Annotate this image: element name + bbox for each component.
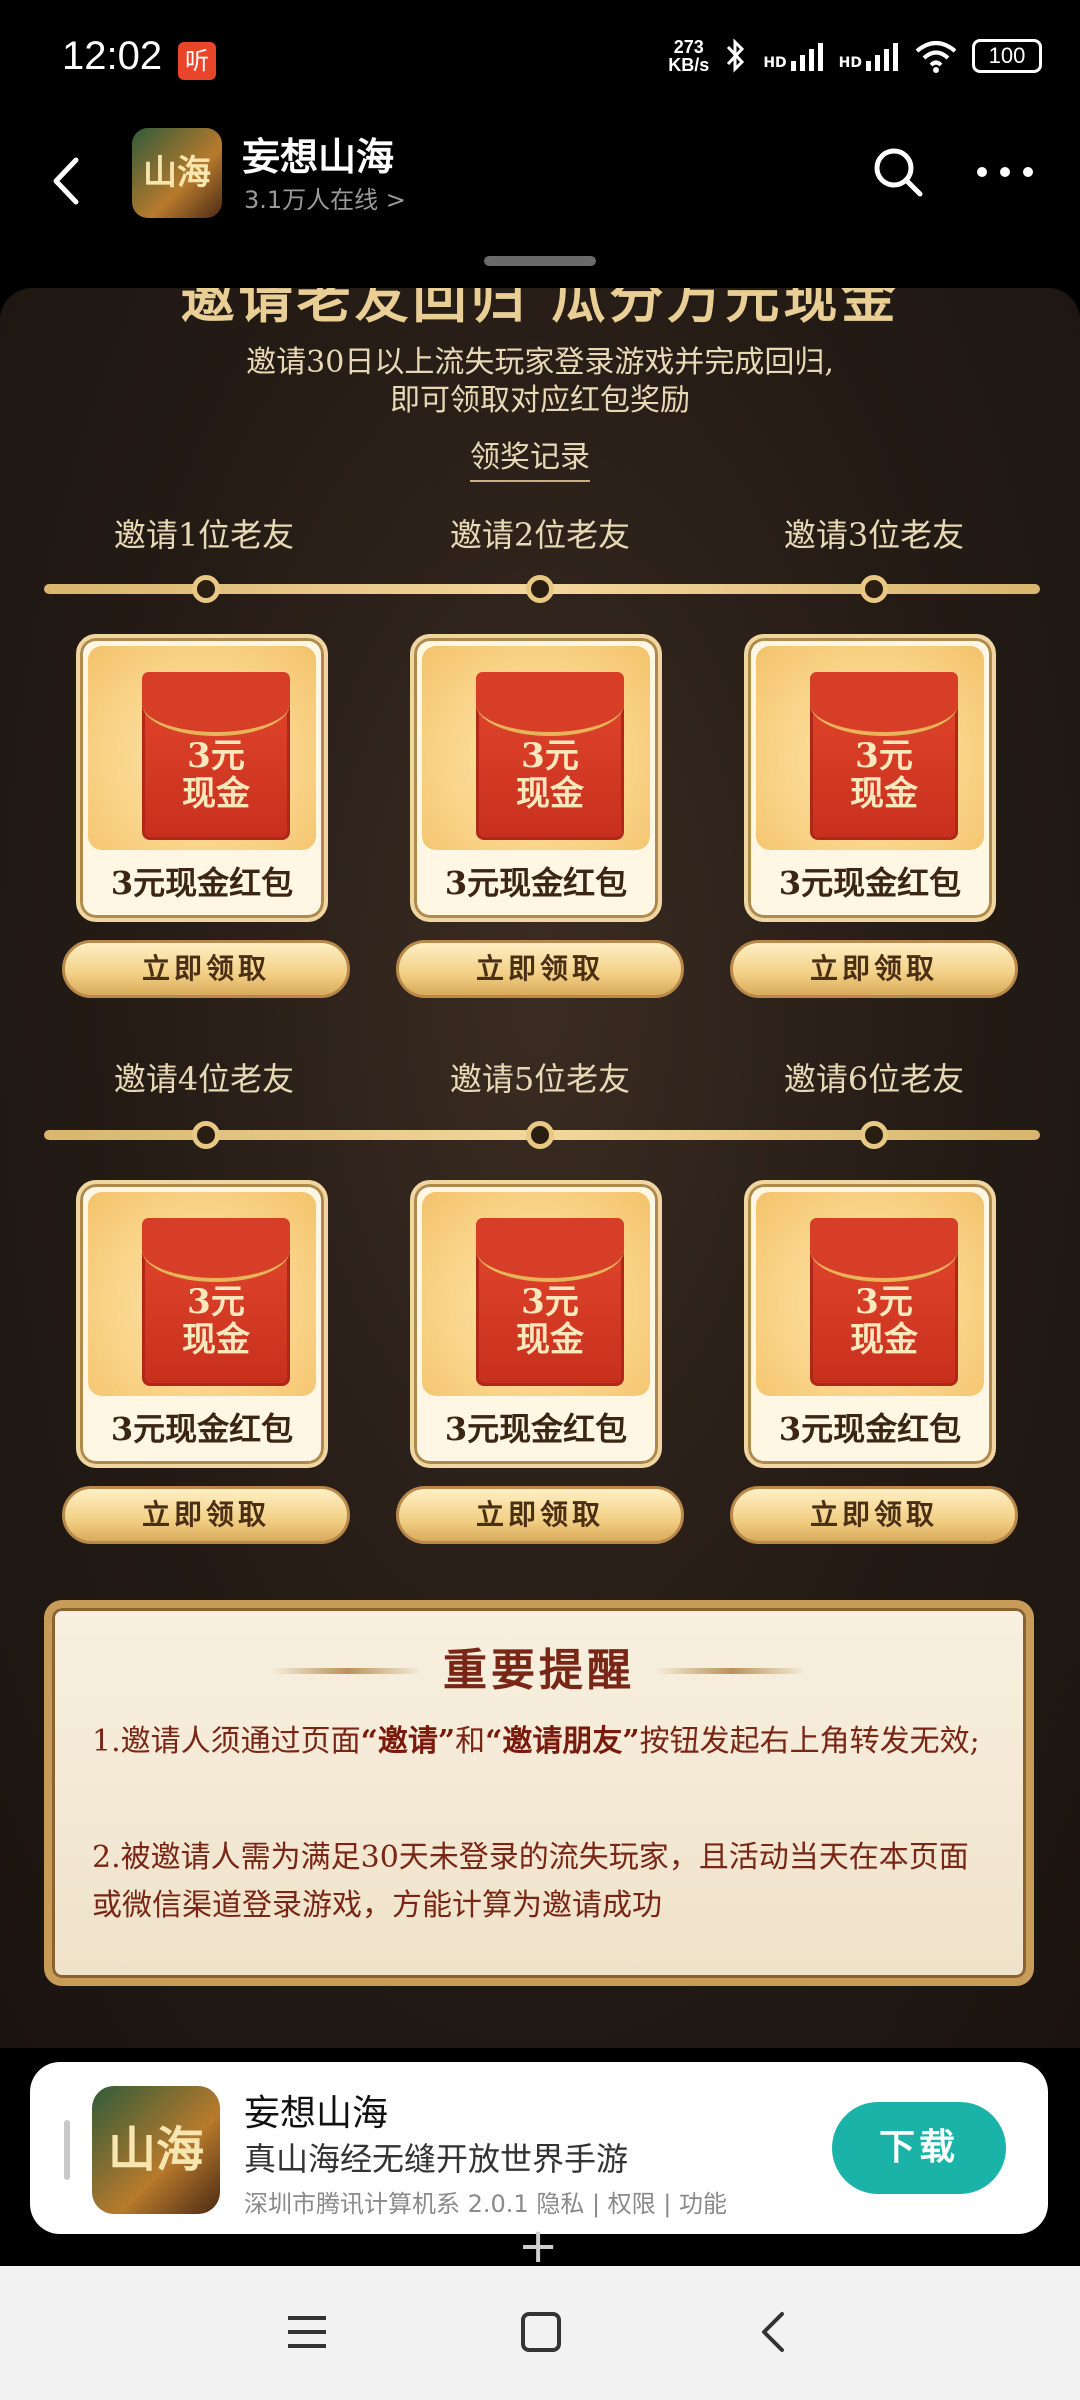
panel-title: 邀请老友回归 瓜分万元现金 — [180, 288, 900, 330]
claim-button[interactable]: 立即领取 — [396, 940, 684, 998]
claim-button[interactable]: 立即领取 — [730, 1486, 1018, 1544]
red-packet-card: 3元 现金 3元现金红包 — [76, 1180, 328, 1468]
card-art: 3元 现金 — [422, 1192, 650, 1396]
card-art: 3元 现金 — [756, 646, 984, 850]
red-envelope-icon: 3元 现金 — [476, 1218, 624, 1386]
header: 山海 妄想山海 3.1万人在线 > — [0, 120, 1080, 260]
card-label: 3元现金红包 — [444, 1410, 628, 1448]
signal-2-icon: HD — [839, 41, 900, 71]
notice-title: 重要提醒 — [443, 1645, 635, 1696]
red-envelope-icon: 3元 现金 — [142, 1218, 290, 1386]
signal-1-icon: HD — [763, 41, 824, 71]
card-art: 3元 现金 — [422, 646, 650, 850]
reward-record-link[interactable]: 领奖记录 — [470, 432, 590, 482]
status-time: 12:02 — [62, 34, 163, 78]
card-label: 3元现金红包 — [778, 1410, 962, 1448]
card-label: 3元现金红包 — [444, 864, 628, 902]
progress-node — [192, 1121, 220, 1149]
more-options-icon[interactable] — [970, 142, 1040, 202]
card-label: 3元现金红包 — [110, 1410, 294, 1448]
card-art: 3元 现金 — [756, 1192, 984, 1396]
notice-item-1: 1.邀请人须通过页面“邀请”和“邀请朋友”按钮发起右上角转发无效; — [92, 1724, 980, 1759]
bluetooth-icon — [727, 38, 745, 73]
claim-button[interactable]: 立即领取 — [730, 940, 1018, 998]
listen-badge-icon: 听 — [178, 42, 216, 80]
menu-icon[interactable] — [272, 2302, 342, 2362]
red-packet-card: 3元 现金 3元现金红包 — [410, 634, 662, 922]
important-notice: 重要提醒 1.邀请人须通过页面“邀请”和“邀请朋友”按钮发起右上角转发无效; 2… — [44, 1600, 1034, 1986]
card-art: 3元 现金 — [88, 1192, 316, 1396]
progress-node — [526, 575, 554, 603]
tier-label: 邀请4位老友 — [113, 1060, 295, 1098]
red-envelope-icon: 3元 现金 — [810, 1218, 958, 1386]
net-speed: 273 KB/s — [668, 37, 710, 75]
claim-button[interactable]: 立即领取 — [62, 1486, 350, 1544]
status-bar: 12:02 听 273 KB/s HD HD 100 — [0, 0, 1080, 120]
search-icon[interactable] — [868, 142, 928, 202]
screen: 12:02 听 273 KB/s HD HD 100 山海 妄想山海 3.1万人… — [0, 0, 1080, 2400]
card-label: 3元现金红包 — [778, 864, 962, 902]
claim-button[interactable]: 立即领取 — [62, 940, 350, 998]
red-packet-card: 3元 现金 3元现金红包 — [744, 634, 996, 922]
activity-panel: 邀请老友回归 瓜分万元现金 邀请30日以上流失玩家登录游戏并完成回归, 即可领取… — [0, 288, 1080, 2048]
wifi-icon — [915, 41, 957, 73]
app-icon-large[interactable]: 山海 — [92, 2086, 220, 2214]
red-packet-card: 3元 现金 3元现金红包 — [410, 1180, 662, 1468]
panel-subtitle: 邀请30日以上流失玩家登录游戏并完成回归, 即可领取对应红包奖励 — [246, 345, 834, 418]
progress-node — [192, 575, 220, 603]
red-envelope-icon: 3元 现金 — [476, 672, 624, 840]
drag-handle[interactable] — [484, 256, 596, 266]
progress-node — [860, 1121, 888, 1149]
status-icons: 273 KB/s HD HD 100 — [668, 38, 1042, 74]
tier-label: 邀请5位老友 — [449, 1060, 631, 1098]
app-name: 妄想山海 — [244, 2093, 389, 2134]
app-download-card[interactable]: 山海 妄想山海 真山海经无缝开放世界手游 深圳市腾讯计算机系 2.0.1 隐私 … — [30, 2062, 1048, 2234]
card-art: 3元 现金 — [88, 646, 316, 850]
online-count[interactable]: 3.1万人在线 > — [244, 180, 406, 215]
tier-label: 邀请3位老友 — [783, 516, 965, 554]
flourish-right-icon — [656, 1668, 806, 1674]
app-title[interactable]: 妄想山海 — [242, 126, 394, 181]
app-meta[interactable]: 深圳市腾讯计算机系 2.0.1 隐私 | 权限 | 功能 — [244, 2184, 727, 2219]
download-button[interactable]: 下载 — [832, 2102, 1006, 2194]
back-arrow-icon[interactable] — [38, 146, 98, 216]
battery-icon: 100 — [972, 39, 1042, 73]
tier-row-2-labels: 邀请4位老友 邀请5位老友 邀请6位老友 — [0, 1054, 1080, 1104]
red-packet-card: 3元 现金 3元现金红包 — [76, 634, 328, 922]
notice-item-2: 2.被邀请人需为满足30天未登录的流失玩家，且活动当天在本页面或微信渠道登录游戏… — [92, 1840, 969, 1923]
card-label: 3元现金红包 — [110, 864, 294, 902]
home-icon[interactable] — [506, 2302, 576, 2362]
red-envelope-icon: 3元 现金 — [142, 672, 290, 840]
app-icon[interactable]: 山海 — [132, 128, 222, 218]
red-envelope-icon: 3元 现金 — [810, 672, 958, 840]
red-packet-card: 3元 现金 3元现金红包 — [744, 1180, 996, 1468]
tier-label: 邀请1位老友 — [113, 516, 295, 554]
back-icon[interactable] — [738, 2302, 808, 2362]
tier-row-1-labels: 邀请1位老友 邀请2位老友 邀请3位老友 — [0, 510, 1080, 560]
progress-node — [526, 1121, 554, 1149]
sheet-handle — [64, 2120, 70, 2180]
claim-button[interactable]: 立即领取 — [396, 1486, 684, 1544]
tier-label: 邀请2位老友 — [449, 516, 631, 554]
app-description: 真山海经无缝开放世界手游 — [244, 2140, 629, 2178]
system-nav-bar — [0, 2266, 1080, 2400]
tier-label: 邀请6位老友 — [783, 1060, 965, 1098]
progress-node — [860, 575, 888, 603]
